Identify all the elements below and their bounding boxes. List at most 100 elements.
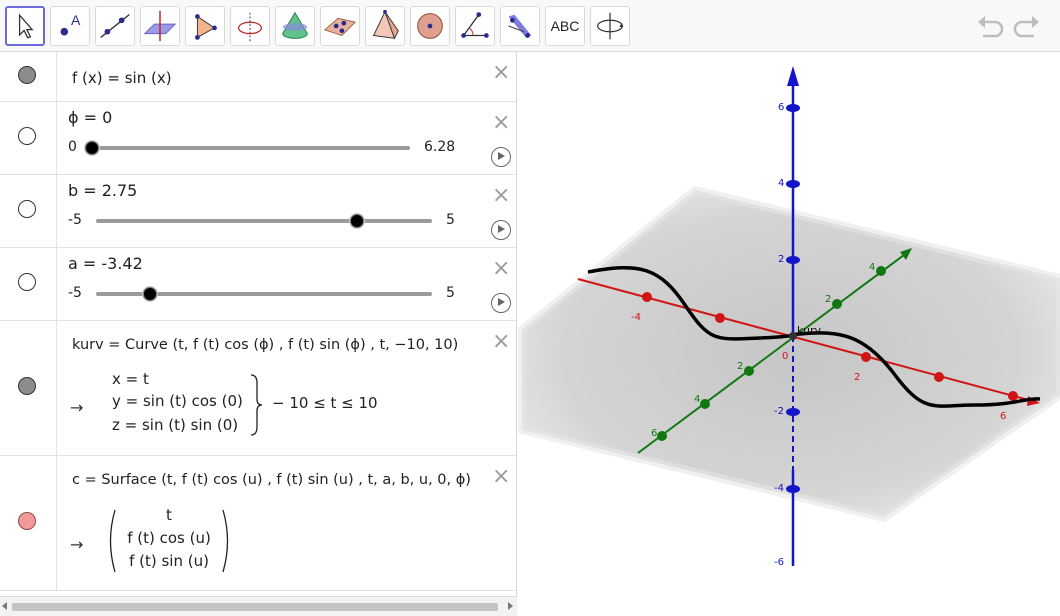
sphere-tool-button[interactable]: [410, 6, 450, 46]
cone-icon: [282, 11, 308, 39]
perpendicular-plane-tool-button[interactable]: [140, 6, 180, 46]
z-tick-label: 2: [778, 254, 784, 265]
move-tool-button[interactable]: [5, 6, 45, 46]
redo-icon: [1013, 16, 1039, 38]
visibility-toggle[interactable]: [18, 127, 36, 145]
slider-track[interactable]: [96, 219, 432, 223]
visibility-toggle[interactable]: [18, 273, 36, 291]
circle-axis-icon: [237, 12, 263, 42]
slider-knob[interactable]: [85, 141, 99, 155]
slider-max: 5: [446, 285, 455, 301]
surface-expression[interactable]: c = Surface (t, f (t) cos (u) , f (t) si…: [72, 472, 471, 488]
y-tick-label: 2: [737, 361, 743, 372]
right-paren: [222, 509, 229, 573]
algebra-view: f (x) = sin (x) × ϕ = 0 0 6.28 × b = 2.7…: [0, 52, 517, 596]
angle-tool-button[interactable]: [455, 6, 495, 46]
cone-tool-button[interactable]: [275, 6, 315, 46]
visibility-toggle[interactable]: [18, 200, 36, 218]
graphics-3d-canvas[interactable]: 6 4 2 -2 -4 -6 -4 2 6 6 4 2 2 4 0 kurv: [518, 52, 1060, 616]
slider-max: 6.28: [424, 139, 456, 155]
slider-label[interactable]: ϕ = 0: [68, 108, 112, 127]
surface-output-y: f (t) cos (u): [127, 529, 211, 547]
point-icon: [60, 27, 69, 36]
play-animation-icon[interactable]: [491, 293, 511, 313]
slider-label[interactable]: b = 2.75: [68, 181, 137, 200]
curve-output-z: z = sin (t) sin (0): [112, 416, 239, 434]
algebra-row-surface[interactable]: c = Surface (t, f (t) cos (u) , f (t) si…: [0, 456, 516, 591]
slider-min: -5: [68, 285, 82, 301]
reflect-plane-tool-button[interactable]: [500, 6, 540, 46]
line-tool-button[interactable]: [95, 6, 135, 46]
curve-label: kurv: [797, 324, 822, 337]
delete-icon[interactable]: ×: [492, 331, 510, 353]
curve-output-y: y = sin (t) cos (0): [112, 392, 243, 410]
algebra-row-a-slider[interactable]: a = -3.42 -5 5 ×: [0, 248, 516, 321]
play-animation-icon[interactable]: [491, 220, 511, 240]
output-arrow: →: [70, 398, 84, 417]
reflect-plane-icon: [508, 14, 532, 38]
slider-label[interactable]: a = -3.42: [68, 254, 143, 273]
y-tick-label: 4: [694, 394, 700, 405]
visibility-cell: [0, 175, 57, 247]
graphics-3d-view[interactable]: 6 4 2 -2 -4 -6 -4 2 6 6 4 2 2 4 0 kurv: [518, 52, 1060, 616]
z-tick-label: -2: [774, 406, 784, 417]
rotate-view-icon: [597, 12, 624, 40]
visibility-toggle[interactable]: [18, 377, 36, 395]
circle-axis-tool-button[interactable]: [230, 6, 270, 46]
text-tool-button[interactable]: ABC: [545, 6, 585, 46]
origin-point: [789, 332, 797, 340]
polygon-tool-button[interactable]: [185, 6, 225, 46]
play-animation-icon[interactable]: [491, 147, 511, 167]
visibility-cell: [0, 456, 57, 590]
pyramid-tool-button[interactable]: [365, 6, 405, 46]
surface-output-x: t: [166, 506, 172, 524]
z-tick-label: -4: [774, 483, 784, 494]
x-tick-label: -4: [631, 312, 641, 323]
slider-min: -5: [68, 212, 82, 228]
left-paren: [109, 509, 116, 573]
visibility-cell: [0, 321, 57, 455]
point-tool-button[interactable]: A: [50, 6, 90, 46]
algebra-row-f[interactable]: f (x) = sin (x) ×: [0, 52, 516, 102]
delete-icon[interactable]: ×: [492, 258, 510, 280]
slider-min: 0: [68, 139, 77, 155]
curve-parameter-range: − 10 ≤ t ≤ 10: [272, 394, 378, 412]
undo-icon: [978, 16, 1004, 38]
delete-icon[interactable]: ×: [492, 112, 510, 134]
line-icon: [100, 14, 130, 38]
horizontal-scrollbar[interactable]: [0, 596, 517, 616]
visibility-toggle[interactable]: [18, 512, 36, 530]
plane-points-tool-button[interactable]: [320, 6, 360, 46]
slider-track[interactable]: [90, 146, 410, 150]
slider-knob[interactable]: [143, 287, 157, 301]
z-tick-label: -6: [774, 557, 784, 568]
scroll-left-icon[interactable]: [2, 602, 7, 610]
xy-plane: [522, 190, 1060, 518]
slider-max: 5: [446, 212, 455, 228]
pyramid-icon: [372, 9, 399, 40]
z-tick-label: 4: [778, 178, 784, 189]
algebra-row-phi-slider[interactable]: ϕ = 0 0 6.28 ×: [0, 102, 516, 175]
visibility-cell: [0, 248, 57, 320]
surface-output-z: f (t) sin (u): [129, 552, 209, 570]
slider-knob[interactable]: [350, 214, 364, 228]
perpendicular-plane-icon: [143, 10, 177, 42]
x-tick-label: 2: [854, 372, 860, 383]
redo-button[interactable]: [1012, 12, 1042, 40]
delete-icon[interactable]: ×: [492, 185, 510, 207]
algebra-row-b-slider[interactable]: b = 2.75 -5 5 ×: [0, 175, 516, 248]
rotate-view-tool-button[interactable]: [590, 6, 630, 46]
delete-icon[interactable]: ×: [492, 62, 510, 84]
curve-expression[interactable]: kurv = Curve (t, f (t) cos (ϕ) , f (t) s…: [72, 337, 458, 353]
visibility-toggle[interactable]: [18, 66, 36, 84]
toolbar: A ABC: [0, 0, 1060, 52]
scroll-right-icon[interactable]: [508, 602, 513, 610]
y-tick-label: 4: [869, 262, 875, 273]
scrollbar-thumb[interactable]: [12, 603, 498, 611]
function-expression[interactable]: f (x) = sin (x): [72, 69, 172, 87]
polygon-icon: [195, 14, 217, 40]
delete-icon[interactable]: ×: [492, 466, 510, 488]
algebra-row-curve[interactable]: kurv = Curve (t, f (t) cos (ϕ) , f (t) s…: [0, 321, 516, 456]
z-tick-label: 6: [778, 102, 784, 113]
undo-button[interactable]: [975, 12, 1005, 40]
